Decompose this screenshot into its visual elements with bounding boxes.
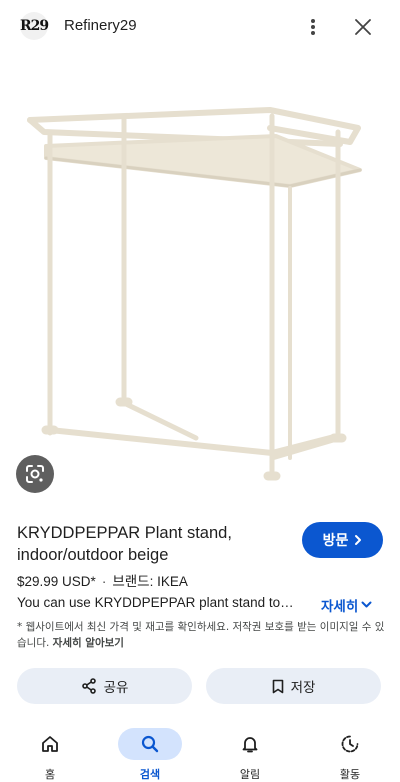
search-icon bbox=[141, 735, 159, 753]
share-icon bbox=[81, 678, 96, 694]
home-icon bbox=[42, 736, 58, 752]
product-description: You can use KRYDDPEPPAR plant stand to… bbox=[17, 595, 294, 610]
copyright-notice: * 웹사이트에서 최신 가격 및 재고를 확인하세요. 저작권 보호를 받는 이… bbox=[17, 619, 387, 651]
nav-search-label: 검색 bbox=[139, 768, 161, 781]
nav-home-icon-wrap bbox=[18, 728, 82, 760]
nav-search[interactable]: 검색 bbox=[100, 728, 200, 782]
more-details-link[interactable]: 자세히 bbox=[321, 595, 372, 615]
save-label: 저장 bbox=[290, 680, 316, 696]
visit-label: 방문 bbox=[322, 533, 349, 549]
google-lens-button[interactable] bbox=[16, 455, 54, 493]
separator: · bbox=[101, 574, 107, 589]
price-row: $29.99 USD* · 브랜드: IKEA bbox=[17, 570, 188, 590]
more-details-label: 자세히 bbox=[321, 599, 359, 614]
chevron-right-icon bbox=[355, 535, 362, 545]
site-logo: R29 bbox=[20, 12, 49, 40]
bell-icon bbox=[242, 737, 258, 753]
bottom-navigation: 홈 검색 알림 활동 bbox=[0, 722, 400, 782]
more-options-button[interactable] bbox=[300, 12, 326, 42]
activity-icon bbox=[341, 735, 359, 753]
nav-home-label: 홈 bbox=[44, 768, 56, 781]
close-icon bbox=[355, 19, 371, 35]
more-vert-icon bbox=[311, 19, 315, 35]
visit-button[interactable]: 방문 bbox=[302, 522, 383, 558]
lens-icon bbox=[26, 465, 44, 483]
product-image[interactable] bbox=[0, 58, 400, 508]
description-row: You can use KRYDDPEPPAR plant stand to… … bbox=[17, 595, 387, 615]
nav-notifications[interactable]: 알림 bbox=[200, 728, 300, 782]
brand: 브랜드: IKEA bbox=[112, 574, 188, 589]
nav-notifications-icon-wrap bbox=[218, 728, 282, 760]
nav-activity[interactable]: 활동 bbox=[300, 728, 400, 782]
nav-notifications-label: 알림 bbox=[239, 768, 261, 781]
price: $29.99 USD* bbox=[17, 574, 96, 589]
nav-home[interactable]: 홈 bbox=[0, 728, 100, 782]
app-header: R29 Refinery29 bbox=[0, 0, 400, 54]
nav-activity-icon-wrap bbox=[318, 728, 382, 760]
bookmark-icon bbox=[272, 679, 283, 693]
site-name: Refinery29 bbox=[64, 17, 137, 34]
plant-stand-illustration bbox=[27, 107, 362, 481]
nav-search-icon-wrap bbox=[118, 728, 182, 760]
chevron-down-icon bbox=[361, 601, 372, 608]
share-button[interactable]: 공유 bbox=[17, 668, 192, 704]
share-label: 공유 bbox=[103, 680, 129, 696]
nav-activity-label: 활동 bbox=[339, 768, 361, 781]
close-button[interactable] bbox=[348, 12, 378, 42]
save-button[interactable]: 저장 bbox=[206, 668, 381, 704]
learn-more-link[interactable]: 자세히 알아보기 bbox=[53, 637, 124, 649]
product-title: KRYDDPEPPAR Plant stand, indoor/outdoor … bbox=[17, 524, 232, 564]
